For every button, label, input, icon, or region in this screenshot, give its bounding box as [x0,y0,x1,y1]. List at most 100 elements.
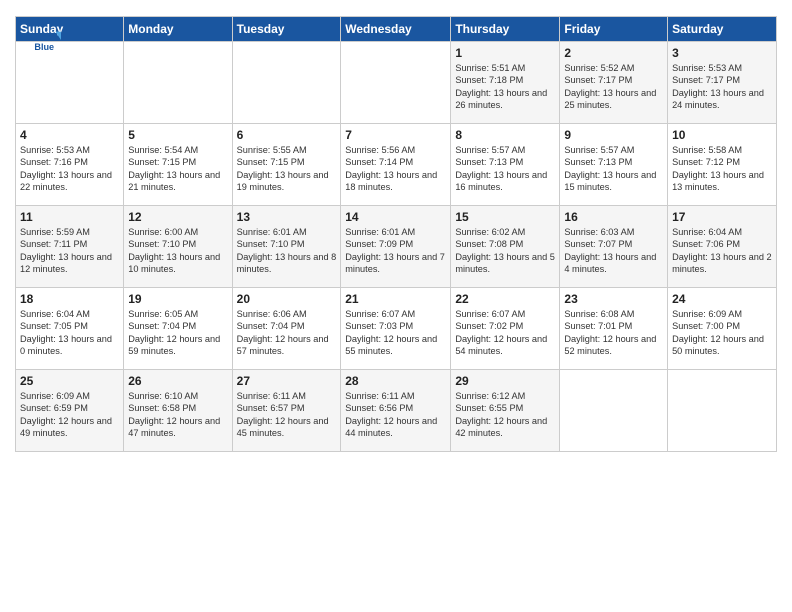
cell-content: Sunrise: 6:05 AM Sunset: 7:04 PM Dayligh… [128,308,227,358]
header-cell-monday: Monday [124,17,232,42]
cell-content: Sunrise: 5:52 AM Sunset: 7:17 PM Dayligh… [564,62,663,112]
header-row: SundayMondayTuesdayWednesdayThursdayFrid… [16,17,777,42]
day-number: 2 [564,46,663,60]
week-row-1: 1 Sunrise: 5:51 AM Sunset: 7:18 PM Daylig… [16,42,777,124]
day-number: 14 [345,210,446,224]
day-number: 29 [455,374,555,388]
day-number: 13 [237,210,337,224]
cell-content: Sunrise: 5:59 AM Sunset: 7:11 PM Dayligh… [20,226,119,276]
day-number: 16 [564,210,663,224]
general-blue-icon: General Blue [33,26,61,54]
calendar-cell: 5 Sunrise: 5:54 AM Sunset: 7:15 PM Daylig… [124,124,232,206]
cell-content: Sunrise: 6:07 AM Sunset: 7:03 PM Dayligh… [345,308,446,358]
week-row-2: 4 Sunrise: 5:53 AM Sunset: 7:16 PM Daylig… [16,124,777,206]
cell-content: Sunrise: 6:06 AM Sunset: 7:04 PM Dayligh… [237,308,337,358]
calendar-cell [16,42,124,124]
calendar-cell: 6 Sunrise: 5:55 AM Sunset: 7:15 PM Daylig… [232,124,341,206]
cell-content: Sunrise: 6:11 AM Sunset: 6:56 PM Dayligh… [345,390,446,440]
cell-content: Sunrise: 6:10 AM Sunset: 6:58 PM Dayligh… [128,390,227,440]
cell-content: Sunrise: 6:04 AM Sunset: 7:06 PM Dayligh… [672,226,772,276]
calendar-cell: 18 Sunrise: 6:04 AM Sunset: 7:05 PM Dayli… [16,288,124,370]
calendar-cell: 23Sunrise: 6:08 AM Sunset: 7:01 PM Dayli… [560,288,668,370]
calendar-cell: 22 Sunrise: 6:07 AM Sunset: 7:02 PM Dayli… [451,288,560,370]
day-number: 5 [128,128,227,142]
day-number: 6 [237,128,337,142]
calendar-cell: 13 Sunrise: 6:01 AM Sunset: 7:10 PM Dayli… [232,206,341,288]
cell-content: Sunrise: 6:04 AM Sunset: 7:05 PM Dayligh… [20,308,119,358]
calendar-cell: 3 Sunrise: 5:53 AM Sunset: 7:17 PM Daylig… [668,42,777,124]
calendar-cell: 8 Sunrise: 5:57 AM Sunset: 7:13 PM Daylig… [451,124,560,206]
day-number: 22 [455,292,555,306]
day-number: 1 [455,46,555,60]
calendar-cell: 20Sunrise: 6:06 AM Sunset: 7:04 PM Dayli… [232,288,341,370]
day-number: 9 [564,128,663,142]
day-number: 25 [20,374,119,388]
calendar-cell [668,370,777,452]
cell-content: Sunrise: 6:12 AM Sunset: 6:55 PM Dayligh… [455,390,555,440]
header-cell-tuesday: Tuesday [232,17,341,42]
calendar-cell: 7 Sunrise: 5:56 AM Sunset: 7:14 PM Daylig… [341,124,451,206]
week-row-4: 18 Sunrise: 6:04 AM Sunset: 7:05 PM Dayli… [16,288,777,370]
calendar-cell: 21 Sunrise: 6:07 AM Sunset: 7:03 PM Dayli… [341,288,451,370]
header-cell-saturday: Saturday [668,17,777,42]
calendar-cell: 1 Sunrise: 5:51 AM Sunset: 7:18 PM Daylig… [451,42,560,124]
calendar-cell: 11 Sunrise: 5:59 AM Sunset: 7:11 PM Dayli… [16,206,124,288]
calendar-cell: 26 Sunrise: 6:10 AM Sunset: 6:58 PM Dayli… [124,370,232,452]
cell-content: Sunrise: 5:57 AM Sunset: 7:13 PM Dayligh… [564,144,663,194]
day-number: 8 [455,128,555,142]
cell-content: Sunrise: 5:58 AM Sunset: 7:12 PM Dayligh… [672,144,772,194]
calendar-cell: 12 Sunrise: 6:00 AM Sunset: 7:10 PM Dayli… [124,206,232,288]
header-cell-thursday: Thursday [451,17,560,42]
header-cell-sunday: Sunday [16,17,124,42]
cell-content: Sunrise: 6:09 AM Sunset: 7:00 PM Dayligh… [672,308,772,358]
cell-content: Sunrise: 5:53 AM Sunset: 7:16 PM Dayligh… [20,144,119,194]
calendar-cell: 28 Sunrise: 6:11 AM Sunset: 6:56 PM Dayli… [341,370,451,452]
cell-content: Sunrise: 5:54 AM Sunset: 7:15 PM Dayligh… [128,144,227,194]
calendar-cell: 25 Sunrise: 6:09 AM Sunset: 6:59 PM Dayli… [16,370,124,452]
week-row-5: 25 Sunrise: 6:09 AM Sunset: 6:59 PM Dayli… [16,370,777,452]
day-number: 26 [128,374,227,388]
calendar-cell: 19Sunrise: 6:05 AM Sunset: 7:04 PM Dayli… [124,288,232,370]
calendar-cell: 15Sunrise: 6:02 AM Sunset: 7:08 PM Dayli… [451,206,560,288]
day-number: 24 [672,292,772,306]
cell-content: Sunrise: 5:51 AM Sunset: 7:18 PM Dayligh… [455,62,555,112]
cell-content: Sunrise: 6:03 AM Sunset: 7:07 PM Dayligh… [564,226,663,276]
cell-content: Sunrise: 5:55 AM Sunset: 7:15 PM Dayligh… [237,144,337,194]
day-number: 28 [345,374,446,388]
cell-content: Sunrise: 5:53 AM Sunset: 7:17 PM Dayligh… [672,62,772,112]
day-number: 17 [672,210,772,224]
header-cell-friday: Friday [560,17,668,42]
calendar-cell: 9 Sunrise: 5:57 AM Sunset: 7:13 PM Daylig… [560,124,668,206]
day-number: 18 [20,292,119,306]
cell-content: Sunrise: 5:57 AM Sunset: 7:13 PM Dayligh… [455,144,555,194]
cell-content: Sunrise: 6:09 AM Sunset: 6:59 PM Dayligh… [20,390,119,440]
cell-content: Sunrise: 6:07 AM Sunset: 7:02 PM Dayligh… [455,308,555,358]
svg-text:Blue: Blue [34,42,54,52]
day-number: 11 [20,210,119,224]
calendar-cell: 27Sunrise: 6:11 AM Sunset: 6:57 PM Dayli… [232,370,341,452]
day-number: 4 [20,128,119,142]
calendar-cell: 29 Sunrise: 6:12 AM Sunset: 6:55 PM Dayli… [451,370,560,452]
cell-content: Sunrise: 5:56 AM Sunset: 7:14 PM Dayligh… [345,144,446,194]
cell-content: Sunrise: 6:01 AM Sunset: 7:10 PM Dayligh… [237,226,337,276]
calendar-cell: 24 Sunrise: 6:09 AM Sunset: 7:00 PM Dayli… [668,288,777,370]
calendar-cell: 4 Sunrise: 5:53 AM Sunset: 7:16 PM Daylig… [16,124,124,206]
cell-content: Sunrise: 6:11 AM Sunset: 6:57 PM Dayligh… [237,390,337,440]
logo: General Blue [33,26,63,54]
day-number: 7 [345,128,446,142]
day-number: 3 [672,46,772,60]
cell-content: Sunrise: 6:01 AM Sunset: 7:09 PM Dayligh… [345,226,446,276]
calendar-cell: 10Sunrise: 5:58 AM Sunset: 7:12 PM Dayli… [668,124,777,206]
cell-content: Sunrise: 6:00 AM Sunset: 7:10 PM Dayligh… [128,226,227,276]
header-cell-wednesday: Wednesday [341,17,451,42]
day-number: 23 [564,292,663,306]
calendar-cell: 2 Sunrise: 5:52 AM Sunset: 7:17 PM Daylig… [560,42,668,124]
day-number: 12 [128,210,227,224]
calendar-cell [232,42,341,124]
cell-content: Sunrise: 6:02 AM Sunset: 7:08 PM Dayligh… [455,226,555,276]
day-number: 21 [345,292,446,306]
calendar-table: SundayMondayTuesdayWednesdayThursdayFrid… [15,16,777,452]
calendar-cell: 14 Sunrise: 6:01 AM Sunset: 7:09 PM Dayli… [341,206,451,288]
week-row-3: 11 Sunrise: 5:59 AM Sunset: 7:11 PM Dayli… [16,206,777,288]
calendar-cell [341,42,451,124]
